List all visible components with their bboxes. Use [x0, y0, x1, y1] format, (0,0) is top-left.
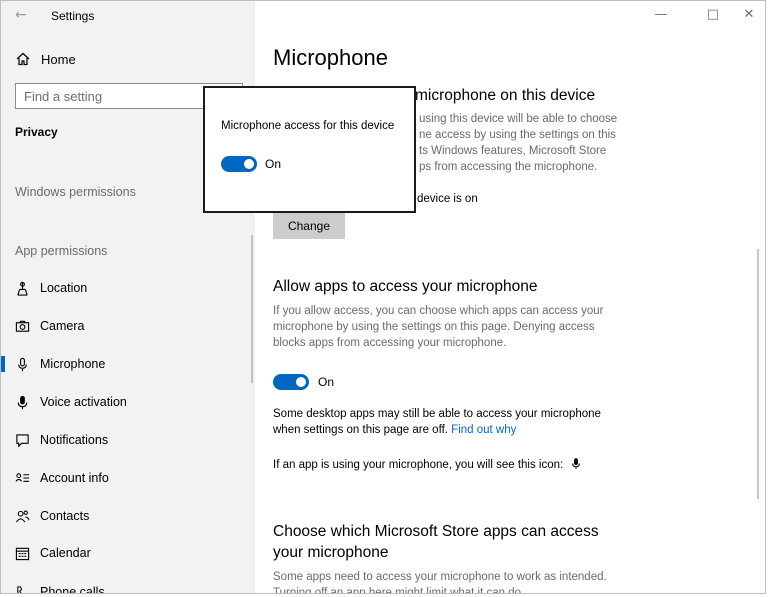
settings-window: ← Settings Home Privacy Windows permissi… [0, 0, 766, 594]
active-indicator [1, 356, 5, 372]
sidebar-item-location[interactable]: Location [1, 273, 251, 303]
home-label: Home [41, 51, 76, 67]
change-button[interactable]: Change [273, 213, 345, 239]
find-out-why-link[interactable]: Find out why [451, 424, 516, 436]
sidebar-item-voice-activation[interactable]: Voice activation [1, 387, 251, 417]
sidebar-item-label: Notifications [40, 433, 109, 447]
notifications-icon [16, 433, 29, 447]
mic-access-flyout: Microphone access for this device On [203, 86, 416, 213]
sidebar-item-label: Phone calls [40, 585, 105, 594]
device-section-line: ps from accessing the microphone. [419, 161, 598, 173]
device-status-text: device is on [417, 193, 478, 205]
apps-section-heading: Allow apps to access your microphone [273, 278, 538, 295]
group-app-permissions: App permissions [15, 244, 108, 258]
apps-section-line: microphone by using the settings on this… [273, 321, 595, 333]
sidebar-item-label: Microphone [40, 357, 106, 371]
home-icon [16, 52, 30, 66]
sidebar-item-label: Calendar [40, 546, 91, 560]
store-section-heading: Choose which Microsoft Store apps can ac… [273, 523, 599, 540]
sidebar-item-calendar[interactable]: Calendar [1, 538, 251, 568]
store-section-line: Turning off an app here might limit what… [273, 587, 525, 594]
sidebar-item-label: Camera [40, 319, 85, 333]
device-section-line: using this device will be able to choose [419, 113, 618, 125]
back-arrow-icon[interactable]: ← [15, 7, 31, 23]
home-link[interactable]: Home [15, 49, 76, 69]
mic-icon-note-text: If an app is using your microphone, you … [273, 459, 564, 471]
sidebar-item-notifications[interactable]: Notifications [1, 425, 251, 455]
location-icon [17, 281, 28, 296]
sidebar-item-label: Location [40, 281, 88, 295]
microphone-in-use-icon [572, 458, 581, 469]
voice-activation-icon [17, 395, 28, 409]
sidebar-item-label: Account info [40, 471, 109, 485]
contacts-icon [15, 510, 30, 522]
store-section-heading-line2: your microphone [273, 544, 389, 561]
apps-access-toggle-label: On [318, 375, 335, 389]
device-mic-access-toggle-label: On [265, 157, 282, 171]
apps-access-toggle[interactable] [273, 374, 309, 390]
account-info-icon [15, 472, 30, 482]
group-windows-permissions: Windows permissions [15, 185, 136, 199]
calendar-icon [15, 547, 30, 560]
flyout-text: Microphone access for this device [221, 120, 395, 132]
title-bar: ← Settings [1, 1, 255, 31]
sidebar-scrollbar[interactable] [251, 235, 253, 383]
apps-section-line: If you allow access, you can choose whic… [273, 305, 604, 317]
sidebar-item-account-info[interactable]: Account info [1, 463, 251, 493]
device-section-line: ne access by using the settings on this [419, 129, 616, 141]
sidebar-item-microphone[interactable]: Microphone [1, 349, 251, 379]
desktop-apps-note-text: when settings on this page are off. [273, 424, 448, 436]
sidebar-item-label: Contacts [40, 509, 90, 523]
section-title: Privacy [15, 125, 58, 139]
phone-calls-icon [17, 585, 28, 593]
sidebar-item-label: Voice activation [40, 395, 127, 409]
sidebar-item-contacts[interactable]: Contacts [1, 501, 251, 531]
microphone-icon [18, 357, 27, 371]
store-section-line: Some apps need to access your microphone… [273, 571, 607, 583]
desktop-apps-note: Some desktop apps may still be able to a… [273, 408, 601, 420]
main-scrollbar[interactable] [757, 249, 759, 499]
device-section-line: ts Windows features, Microsoft Store [419, 145, 607, 157]
sidebar-item-phone-calls[interactable]: Phone calls [1, 577, 251, 594]
device-mic-access-toggle[interactable] [221, 156, 257, 172]
close-icon[interactable]: ✕ [739, 7, 759, 23]
page-title: Microphone [273, 45, 388, 70]
mic-icon-note: If an app is using your microphone, you … [273, 457, 582, 473]
app-title: Settings [51, 9, 95, 23]
toggle-knob [244, 159, 254, 169]
camera-icon [15, 320, 30, 332]
device-section-heading: microphone on this device [415, 87, 596, 104]
maximize-icon[interactable]: □ [703, 7, 723, 23]
minimize-icon[interactable]: — [651, 7, 671, 23]
sidebar-item-camera[interactable]: Camera [1, 311, 251, 341]
apps-section-line: blocks apps from accessing your micropho… [273, 337, 507, 349]
toggle-knob [296, 377, 306, 387]
desktop-apps-note-line2: when settings on this page are off. Find… [273, 422, 516, 438]
